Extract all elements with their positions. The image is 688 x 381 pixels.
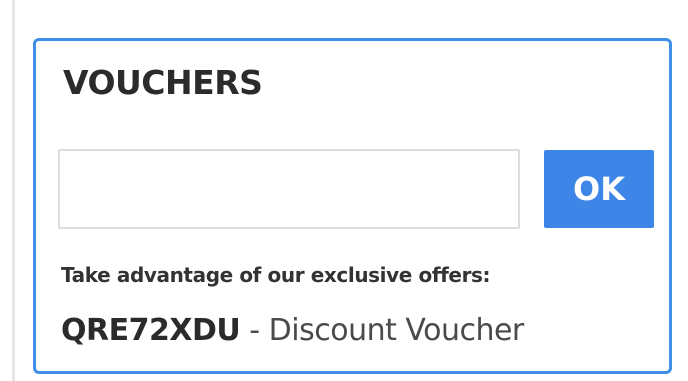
page: VOUCHERS OK Take advantage of our exclus… <box>0 0 688 381</box>
voucher-code-input[interactable] <box>58 149 520 229</box>
offer-separator: - <box>240 313 269 348</box>
offer-line: QRE72XDU - Discount Voucher <box>61 313 524 348</box>
vouchers-panel: VOUCHERS OK Take advantage of our exclus… <box>33 38 672 374</box>
left-divider <box>12 0 15 381</box>
offer-code: QRE72XDU <box>61 313 241 348</box>
offer-description: Discount Voucher <box>268 313 525 348</box>
ok-button[interactable]: OK <box>544 150 654 228</box>
offer-hint-text: Take advantage of our exclusive offers: <box>61 263 491 287</box>
panel-title: VOUCHERS <box>63 63 263 102</box>
